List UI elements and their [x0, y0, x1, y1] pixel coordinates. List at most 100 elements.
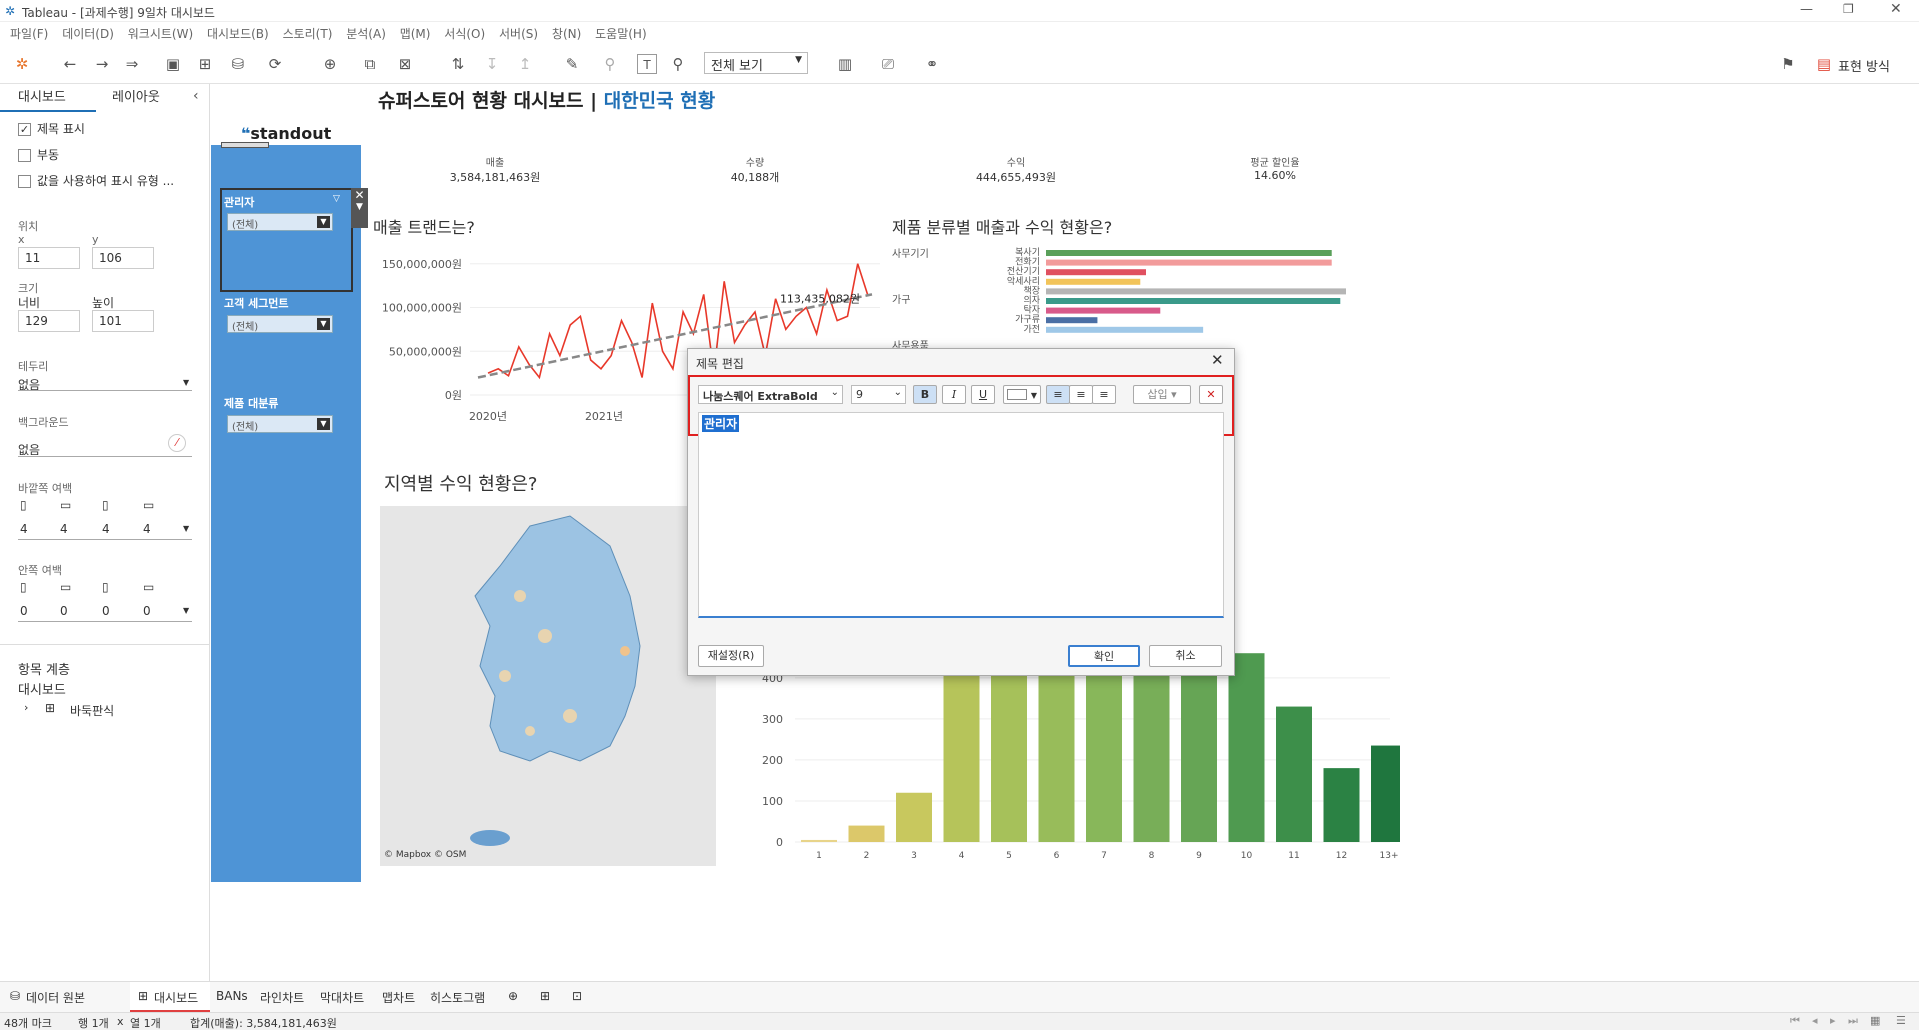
chevron-right-icon[interactable]: › [24, 701, 28, 714]
drag-handle[interactable] [221, 142, 269, 148]
grid-view-icon[interactable]: ▦ [1870, 1014, 1880, 1027]
checkbox-checked-icon[interactable]: ✓ [18, 123, 31, 136]
filter-icon[interactable]: ▽ [333, 194, 340, 204]
tab-mapchart[interactable]: 맵차트 [382, 989, 415, 1006]
clear-icon[interactable]: ⊠ [395, 54, 415, 74]
tab-linechart[interactable]: 라인차트 [260, 989, 304, 1006]
font-size-select[interactable]: 9 ⌄ [851, 385, 906, 404]
menu-analysis[interactable]: 분석(A) [346, 25, 386, 42]
menu-worksheet[interactable]: 워크시트(W) [128, 25, 193, 42]
filter-manager-select[interactable]: (전체) ▼ [227, 213, 333, 231]
chevron-down-icon[interactable]: ▼ [183, 606, 189, 615]
menu-format[interactable]: 서식(O) [444, 25, 485, 42]
sort-asc-icon[interactable]: ↧ [482, 54, 502, 74]
outer-padding-top[interactable]: 4 [60, 522, 68, 536]
show-labels-icon[interactable]: T [637, 54, 657, 74]
inner-padding-left[interactable]: 0 [20, 604, 28, 618]
width-input[interactable]: 129 [18, 310, 80, 332]
show-me-icon[interactable]: ▤ [1814, 54, 1834, 74]
reset-button[interactable]: 재설정(R) [698, 645, 764, 667]
menu-data[interactable]: 데이터(D) [62, 25, 114, 42]
tab-histogram[interactable]: 히스토그램 [430, 989, 485, 1006]
show-me-label[interactable]: 표현 방식 [1838, 56, 1890, 75]
tab-datasource[interactable]: 데이터 원본 [26, 989, 85, 1006]
outer-padding-right[interactable]: 4 [102, 522, 110, 536]
new-worksheet-icon[interactable]: ⊕ [320, 54, 340, 74]
close-icon[interactable]: ✕ [351, 188, 368, 202]
nav-first-icon[interactable]: ⏮ [1790, 1014, 1800, 1028]
swap-icon[interactable]: ⇅ [448, 54, 468, 74]
duplicate-icon[interactable]: ⧉ [360, 54, 380, 74]
refresh-icon[interactable]: ⟳ [265, 54, 285, 74]
outer-padding-left[interactable]: 4 [20, 522, 28, 536]
pin-icon[interactable]: ⚲ [668, 54, 688, 74]
menu-file[interactable]: 파일(F) [10, 25, 48, 42]
nav-prev-icon[interactable]: ◂ [1812, 1014, 1818, 1027]
replay-icon[interactable]: ⇒ [122, 54, 142, 74]
no-color-icon[interactable]: ⁄ [168, 434, 186, 452]
hierarchy-root[interactable]: 대시보드 [18, 679, 66, 698]
menu-server[interactable]: 서버(S) [499, 25, 538, 42]
chevron-down-icon[interactable]: ▼ [183, 378, 189, 387]
clear-text-icon[interactable]: ✕ [1199, 385, 1223, 404]
menu-dashboard[interactable]: 대시보드(B) [207, 25, 269, 42]
group-icon[interactable]: ⚲ [600, 54, 620, 74]
checkbox-icon[interactable] [18, 175, 31, 188]
save-icon[interactable]: ▣ [163, 54, 183, 74]
restore-icon[interactable]: ❐ [1843, 2, 1854, 16]
menu-help[interactable]: 도움말(H) [595, 25, 647, 42]
title-text[interactable]: 관리자 [702, 415, 740, 432]
list-view-icon[interactable]: ☰ [1896, 1014, 1906, 1027]
new-sheet-icon[interactable]: ⊕ [508, 989, 518, 1003]
height-input[interactable]: 101 [92, 310, 154, 332]
filter-segment-select[interactable]: (전체) ▼ [227, 315, 333, 333]
undo-icon[interactable]: ← [60, 54, 80, 74]
category-bar-chart[interactable]: 복사기전화기전산기기악세사리책장의자탁자가구류가전 [960, 244, 1390, 344]
korea-map[interactable]: © Mapbox © OSM [380, 506, 716, 866]
show-title-row[interactable]: ✓ 제목 표시 [18, 120, 85, 137]
font-select[interactable]: 나눔스퀘어 ExtraBold ⌄ [698, 385, 843, 404]
font-color-button[interactable]: ▼ [1003, 385, 1041, 404]
ok-button[interactable]: 확인 [1068, 645, 1140, 667]
redo-icon[interactable]: → [92, 54, 112, 74]
cancel-button[interactable]: 취소 [1149, 645, 1222, 667]
align-left-button[interactable]: ≡ [1046, 385, 1070, 404]
nav-last-icon[interactable]: ⏭ [1848, 1014, 1858, 1028]
underline-button[interactable]: U [971, 385, 995, 404]
presentation-icon[interactable]: ⎚ [878, 54, 898, 74]
floating-row[interactable]: 부동 [18, 146, 59, 163]
new-dashboard-icon[interactable]: ⊞ [540, 989, 550, 1003]
italic-button[interactable]: I [942, 385, 966, 404]
dialog-close-icon[interactable]: ✕ [1211, 351, 1224, 369]
hierarchy-child[interactable]: 바둑판식 [70, 702, 114, 719]
share-icon[interactable]: ⚭ [922, 54, 942, 74]
inner-padding-bottom[interactable]: 0 [143, 604, 151, 618]
bar-chart-icon[interactable]: ▥ [835, 54, 855, 74]
tab-dashboard[interactable]: 대시보드 [18, 88, 66, 112]
sort-desc-icon[interactable]: ↥ [515, 54, 535, 74]
close-window-icon[interactable]: ✕ [1890, 1, 1902, 17]
new-datasource-icon[interactable]: ⊞ [195, 54, 215, 74]
show-values-row[interactable]: 값을 사용하여 표시 유형 ... [18, 172, 174, 189]
checkbox-icon[interactable] [18, 149, 31, 162]
more-options-icon[interactable]: ▼ [351, 202, 368, 212]
x-input[interactable]: 11 [18, 247, 80, 269]
tab-barchart[interactable]: 막대차트 [320, 989, 364, 1006]
filter-category-select[interactable]: (전체) ▼ [227, 415, 333, 433]
menu-map[interactable]: 맵(M) [400, 25, 431, 42]
chevron-down-icon[interactable]: ▼ [183, 524, 189, 533]
new-story-icon[interactable]: ⊡ [572, 989, 582, 1003]
paint-icon[interactable]: ⚑ [1778, 54, 1798, 74]
align-center-button[interactable]: ≡ [1069, 385, 1093, 404]
tab-dashboard-sheet[interactable]: 대시보드 [154, 989, 198, 1006]
insert-button[interactable]: 삽입 ▾ [1133, 385, 1191, 404]
tableau-home-icon[interactable]: ✲ [12, 54, 32, 74]
menu-window[interactable]: 창(N) [552, 25, 581, 42]
tab-layout[interactable]: 레이아웃 [112, 88, 160, 112]
inner-padding-top[interactable]: 0 [60, 604, 68, 618]
outer-padding-bottom[interactable]: 4 [143, 522, 151, 536]
align-right-button[interactable]: ≡ [1092, 385, 1116, 404]
nav-next-icon[interactable]: ▸ [1830, 1014, 1836, 1027]
highlight-icon[interactable]: ✎ [562, 54, 582, 74]
view-select[interactable]: 전체 보기 ▼ [704, 52, 808, 74]
